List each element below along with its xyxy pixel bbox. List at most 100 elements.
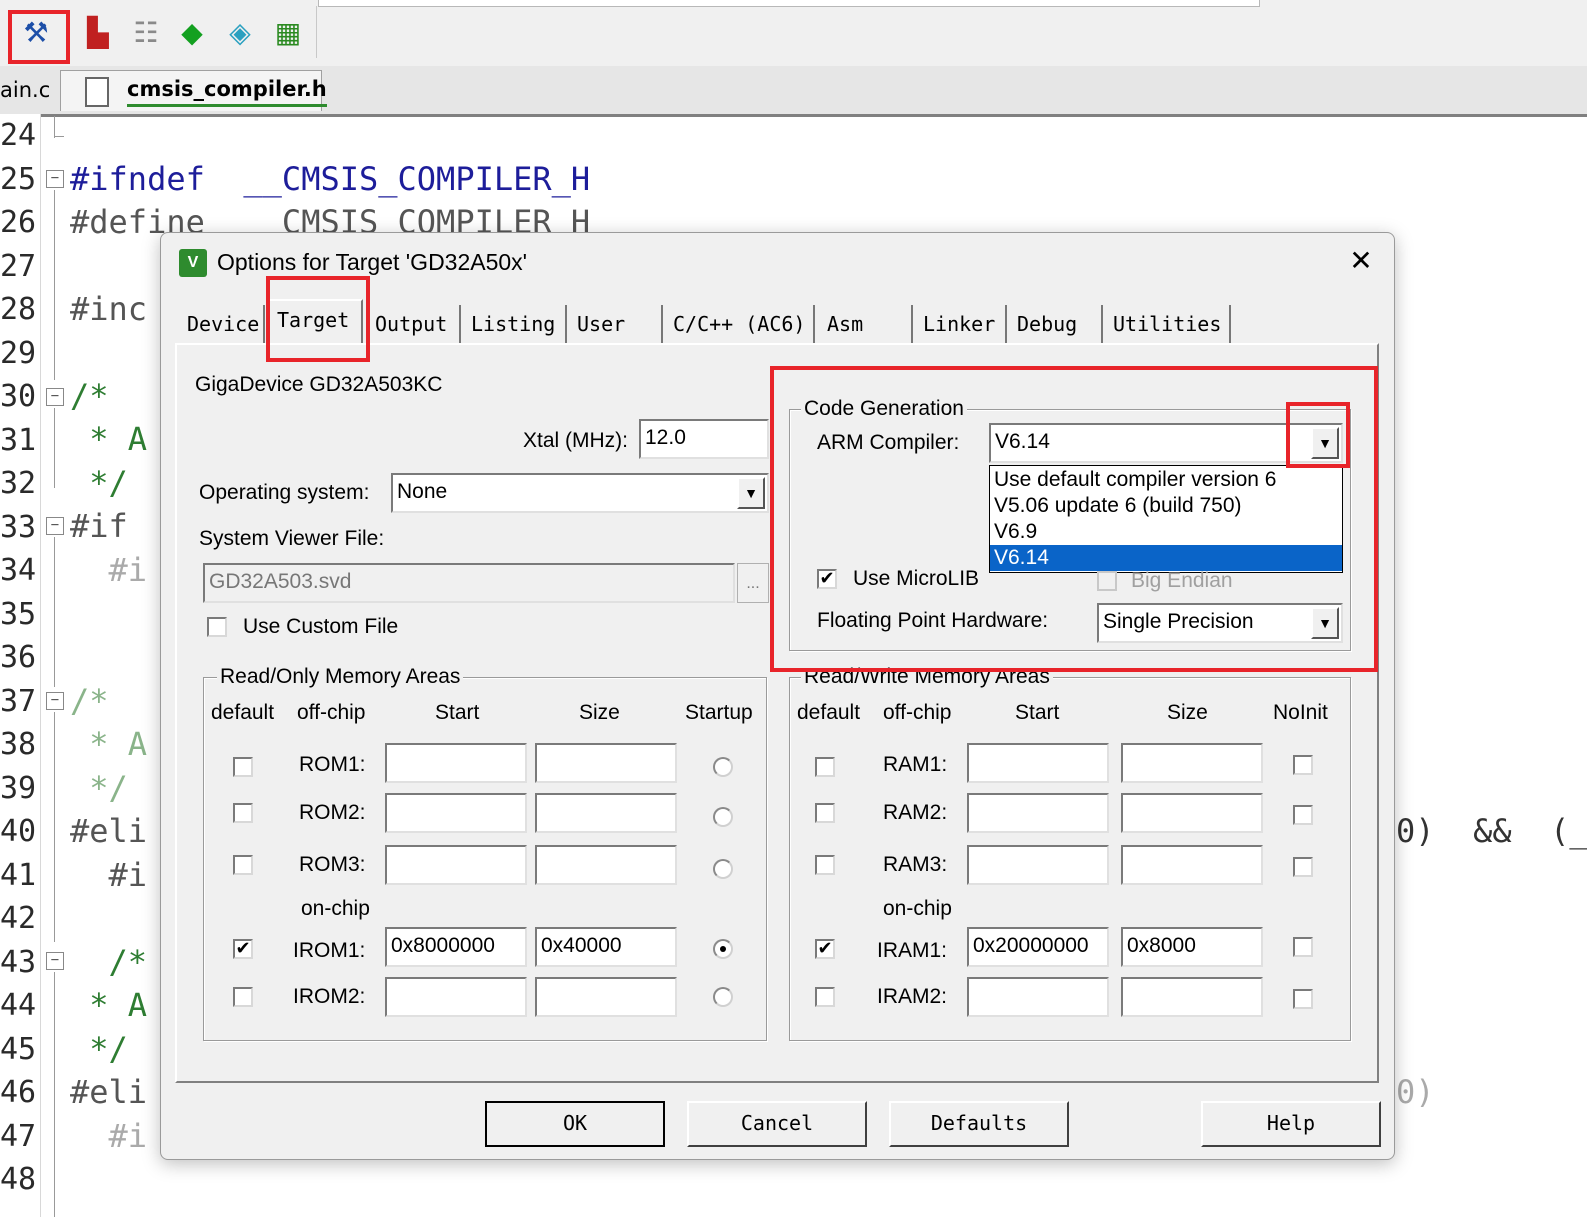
tab-c-cpp-ac6[interactable]: C/C++ (AC6) <box>665 305 815 343</box>
tab-user[interactable]: User <box>569 305 663 343</box>
iram1-noinit-checkbox[interactable] <box>1293 937 1313 957</box>
irom2-startup-radio[interactable] <box>713 987 733 1007</box>
rom3-size-input[interactable] <box>535 845 677 885</box>
code-line[interactable]: #eli <box>70 812 147 850</box>
code-line[interactable]: /* <box>70 377 109 415</box>
ram2-size-input[interactable] <box>1121 793 1263 833</box>
tab-debug[interactable]: Debug <box>1009 305 1103 343</box>
ram3-default-checkbox[interactable] <box>815 855 835 875</box>
code-text: /* <box>70 943 148 981</box>
ram3-noinit-checkbox[interactable] <box>1293 857 1313 877</box>
code-line[interactable]: #inc <box>70 290 147 328</box>
rom3-start-input[interactable] <box>385 845 527 885</box>
code-text: * A <box>70 986 148 1024</box>
rom3-startup-radio[interactable] <box>713 859 733 879</box>
code-line[interactable]: #eli <box>70 1073 147 1111</box>
code-line[interactable]: /* <box>70 682 109 720</box>
code-line[interactable]: * A <box>70 986 147 1024</box>
ram2-noinit-checkbox[interactable] <box>1293 805 1313 825</box>
use-custom-file-checkbox[interactable] <box>207 617 227 637</box>
tab-listing[interactable]: Listing <box>463 305 567 343</box>
irom2-size-input[interactable] <box>535 977 677 1017</box>
irom1-size-input[interactable]: 0x40000 <box>535 927 677 967</box>
manage-project-items-icon[interactable]: ▙ <box>80 14 116 52</box>
ok-button[interactable]: OK <box>485 1101 665 1147</box>
defaults-button[interactable]: Defaults <box>889 1101 1069 1147</box>
ram2-start-input[interactable] <box>967 793 1109 833</box>
irom2-start-input[interactable] <box>385 977 527 1017</box>
irom1-default-checkbox[interactable]: ✔ <box>233 939 253 959</box>
code-line[interactable]: #i <box>70 551 148 589</box>
ram2-default-checkbox[interactable] <box>815 803 835 823</box>
code-line[interactable]: * A <box>70 725 147 763</box>
cancel-button[interactable]: Cancel <box>687 1101 867 1147</box>
iram2-size-input[interactable] <box>1121 977 1263 1017</box>
tab-output[interactable]: Output <box>367 305 461 343</box>
fold-collapse-icon[interactable]: − <box>46 692 64 710</box>
xtal-input[interactable]: 12.0 <box>639 419 769 459</box>
iram2-noinit-checkbox[interactable] <box>1293 989 1313 1009</box>
code-line[interactable]: /* <box>70 943 148 981</box>
ram3-start-input[interactable] <box>967 845 1109 885</box>
rom2-default-checkbox[interactable] <box>233 803 253 823</box>
rom1-size-input[interactable] <box>535 743 677 783</box>
tab-linker[interactable]: Linker <box>915 305 1007 343</box>
fold-guide <box>54 712 55 942</box>
iram1-start-input[interactable]: 0x20000000 <box>967 927 1109 967</box>
file-tab-cmsis-compiler[interactable]: cmsis_compiler.h <box>60 70 327 111</box>
rom1-default-checkbox[interactable] <box>233 757 253 777</box>
iram1-size-input[interactable]: 0x8000 <box>1121 927 1263 967</box>
fold-collapse-icon[interactable]: − <box>46 517 64 535</box>
code-line[interactable]: #if <box>70 507 128 545</box>
tab-utilities[interactable]: Utilities <box>1105 305 1231 343</box>
code-line[interactable]: * A <box>70 420 147 458</box>
iram2-default-checkbox[interactable] <box>815 987 835 1007</box>
rom2-startup-radio[interactable] <box>713 807 733 827</box>
code-text: /* <box>70 682 109 720</box>
rom1-start-input[interactable] <box>385 743 527 783</box>
close-icon[interactable]: ✕ <box>1343 243 1379 279</box>
rom1-startup-radio[interactable] <box>713 757 733 777</box>
rom2-label: ROM2: <box>299 801 366 824</box>
select-packs-icon[interactable]: ☷ <box>128 14 164 52</box>
code-line[interactable]: */ <box>70 769 128 807</box>
keil-app-icon: V <box>179 249 207 277</box>
ram1-size-input[interactable] <box>1121 743 1263 783</box>
iram1-default-checkbox[interactable]: ✔ <box>815 939 835 959</box>
ram1-default-checkbox[interactable] <box>815 757 835 777</box>
iram2-start-input[interactable] <box>967 977 1109 1017</box>
file-tab-label: cmsis_compiler.h <box>127 74 327 107</box>
fold-collapse-icon[interactable]: − <box>46 388 64 406</box>
ram1-noinit-checkbox[interactable] <box>1293 755 1313 775</box>
os-select[interactable]: None <box>391 473 769 513</box>
ram1-start-input[interactable] <box>967 743 1109 783</box>
irom2-default-checkbox[interactable] <box>233 987 253 1007</box>
irom1-start-input[interactable]: 0x8000000 <box>385 927 527 967</box>
code-line[interactable]: #i <box>70 856 148 894</box>
tab-device[interactable]: Device <box>179 305 265 343</box>
code-line[interactable]: #ifndef __CMSIS_COMPILER_H <box>70 160 590 198</box>
ram3-size-input[interactable] <box>1121 845 1263 885</box>
manage-run-time-environment-icon[interactable]: ◆ <box>174 14 210 52</box>
fold-collapse-icon[interactable]: − <box>46 952 64 970</box>
code-line[interactable]: */ <box>70 1030 128 1068</box>
pack-installer-icon[interactable]: ◈ <box>222 14 258 52</box>
fold-guide-end <box>54 136 64 137</box>
line-number: 45 <box>0 1032 37 1067</box>
irom1-startup-radio[interactable] <box>713 939 733 959</box>
rom2-size-input[interactable] <box>535 793 677 833</box>
chevron-down-icon[interactable]: ▼ <box>737 477 765 509</box>
fold-guide <box>54 190 55 380</box>
help-button[interactable]: Help <box>1201 1101 1381 1147</box>
rom-header-startup: Startup <box>685 701 753 724</box>
rom3-default-checkbox[interactable] <box>233 855 253 875</box>
select-software-packs-icon[interactable]: ▦ <box>270 14 306 52</box>
tab-asm[interactable]: Asm <box>819 305 913 343</box>
code-line[interactable]: #i <box>70 1117 148 1155</box>
rom2-start-input[interactable] <box>385 793 527 833</box>
file-tab-main[interactable]: ain.c <box>0 70 56 110</box>
line-number: 48 <box>0 1162 37 1197</box>
fold-collapse-icon[interactable]: − <box>46 170 64 188</box>
line-number: 24 <box>0 118 37 153</box>
code-line[interactable]: */ <box>70 464 128 502</box>
